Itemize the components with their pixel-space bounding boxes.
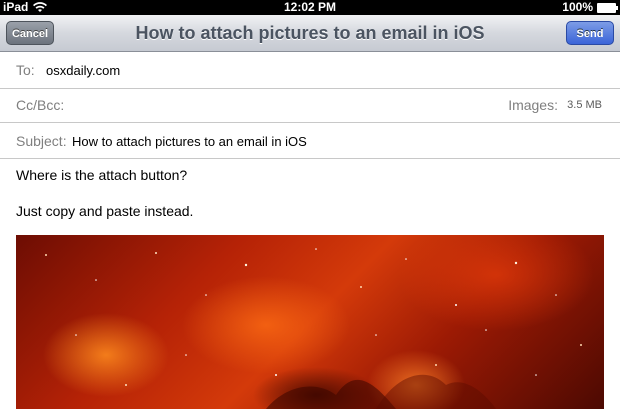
body-line-1[interactable]: Where is the attach button? bbox=[16, 167, 187, 183]
status-bar: iPad 12:02 PM 100% bbox=[0, 0, 620, 15]
nebula-stars bbox=[45, 248, 582, 409]
send-button[interactable]: Send bbox=[566, 21, 614, 45]
status-time: 12:02 PM bbox=[283, 0, 337, 14]
cc-bcc-field-row[interactable]: Cc/Bcc: Images: 3.5 MB bbox=[0, 89, 620, 123]
compose-title: How to attach pictures to an email in iO… bbox=[135, 23, 485, 43]
status-right: 100% bbox=[562, 0, 618, 15]
subject-label: Subject: bbox=[16, 133, 67, 149]
subject-input[interactable]: How to attach pictures to an email in iO… bbox=[72, 134, 307, 149]
battery-percent: 100% bbox=[562, 0, 593, 14]
to-field-row[interactable]: To: osxdaily.com bbox=[0, 52, 620, 89]
images-label: Images: bbox=[508, 97, 558, 113]
compose-nav-bar: Cancel How to attach pictures to an emai… bbox=[0, 15, 620, 52]
cancel-button[interactable]: Cancel bbox=[6, 21, 54, 45]
images-size-value[interactable]: 3.5 MB bbox=[567, 99, 602, 111]
to-label: To: bbox=[16, 62, 35, 78]
attached-image[interactable] bbox=[16, 235, 604, 409]
cc-bcc-label: Cc/Bcc: bbox=[16, 97, 65, 113]
to-recipient[interactable]: osxdaily.com bbox=[46, 63, 120, 78]
body-line-2[interactable]: Just copy and paste instead. bbox=[16, 203, 193, 219]
subject-field-row[interactable]: Subject: How to attach pictures to an em… bbox=[0, 123, 620, 159]
battery-icon bbox=[597, 2, 618, 13]
